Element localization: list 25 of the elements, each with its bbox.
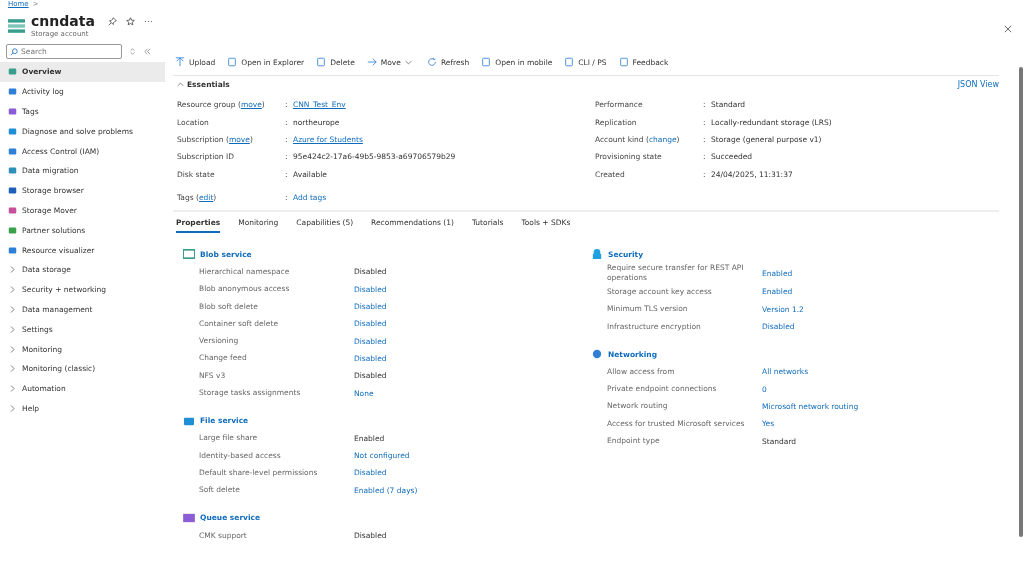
service-icon [591, 249, 603, 260]
collapse-caret-icon [177, 81, 184, 87]
toolbar-icon [426, 57, 437, 67]
toolbar-icon [227, 57, 238, 67]
service-icon [183, 249, 195, 260]
resource-title: cnndata [31, 13, 95, 29]
toolbar-icon [618, 57, 629, 67]
caret-icon [404, 59, 412, 65]
toolbar-icon [481, 57, 492, 67]
service-icon [591, 349, 603, 360]
item-icon [8, 107, 17, 116]
toolbar-icon [175, 57, 185, 67]
toolbar-icon [564, 57, 575, 67]
collapse-icon[interactable] [143, 47, 152, 56]
toolbar-icon [366, 57, 377, 67]
scrollbar[interactable] [1019, 67, 1023, 537]
service-icon [183, 512, 195, 523]
close-icon[interactable] [1004, 25, 1012, 33]
json-view-link[interactable]: JSON View [957, 79, 999, 89]
star-icon[interactable] [125, 16, 135, 26]
service-icon [183, 415, 195, 426]
search-icon [10, 48, 18, 56]
toolbar-icon [316, 57, 327, 67]
pin-icon[interactable] [107, 16, 117, 26]
storage-icon [8, 19, 25, 33]
